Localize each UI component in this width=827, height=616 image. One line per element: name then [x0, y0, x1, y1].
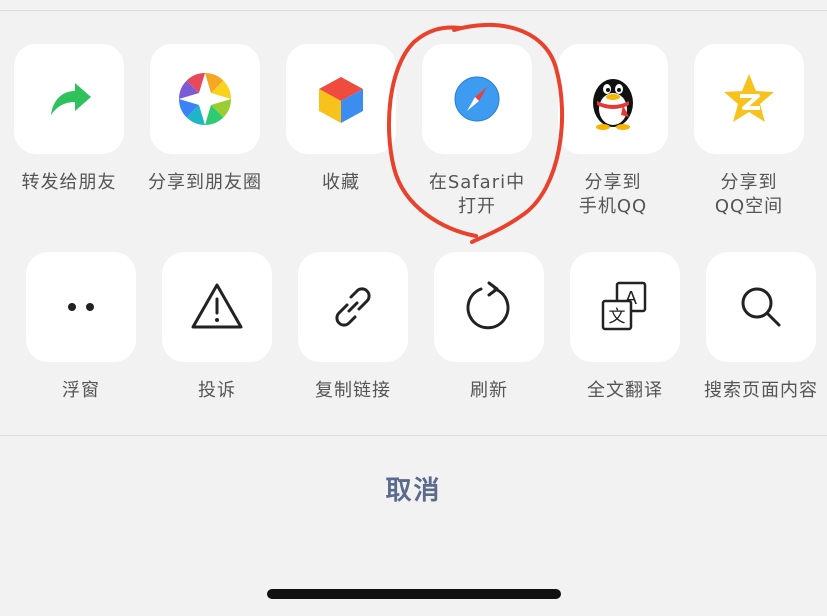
- share-to-moments-button[interactable]: [150, 44, 260, 154]
- search-icon: [741, 287, 781, 327]
- home-indicator: [267, 589, 561, 599]
- forward-arrow-icon: [51, 83, 91, 115]
- open-in-safari-button[interactable]: [422, 44, 532, 154]
- translate-icon: A 文: [601, 281, 647, 331]
- open-in-safari-label: 在Safari中 打开: [428, 172, 526, 217]
- copy-link-button[interactable]: [298, 252, 408, 362]
- cancel-button[interactable]: 取消: [0, 436, 827, 540]
- share-to-qzone-label: 分享到 QQ空间: [714, 172, 784, 217]
- favorites-cube-icon: [319, 77, 363, 123]
- top-divider: [0, 10, 827, 11]
- report-label: 投诉: [198, 380, 236, 401]
- share-to-qq-button[interactable]: [558, 44, 668, 154]
- link-icon: [335, 287, 371, 327]
- favorites-label: 收藏: [322, 172, 360, 193]
- refresh-label: 刷新: [470, 380, 508, 401]
- floating-window-dots-icon: [68, 303, 94, 311]
- copy-link-label: 复制链接: [315, 380, 391, 401]
- search-page-button[interactable]: [706, 252, 816, 362]
- safari-compass-icon: [454, 76, 500, 122]
- floating-window-button[interactable]: [26, 252, 136, 362]
- qzone-star-icon: [724, 74, 774, 122]
- refresh-button[interactable]: [434, 252, 544, 362]
- moments-aperture-icon: [178, 72, 232, 126]
- svg-text:文: 文: [609, 307, 626, 327]
- forward-to-friend-button[interactable]: [14, 44, 124, 154]
- share-to-qzone-button[interactable]: [694, 44, 804, 154]
- qq-penguin-icon: [593, 79, 633, 130]
- refresh-icon: [466, 281, 510, 330]
- forward-to-friend-label: 转发给朋友: [21, 172, 117, 193]
- full-text-translate-label: 全文翻译: [587, 380, 663, 401]
- search-page-label: 搜索页面内容: [704, 380, 818, 401]
- floating-window-label: 浮窗: [62, 380, 100, 401]
- share-to-qq-label: 分享到 手机QQ: [578, 172, 648, 217]
- favorites-button[interactable]: [286, 44, 396, 154]
- share-sheet: 转发给朋友 分享到朋友圈 收藏 在Safari中 打开 分享到 手机QQ 分享到…: [0, 0, 827, 616]
- warning-triangle-icon: [191, 283, 243, 329]
- share-to-moments-label: 分享到朋友圈: [148, 172, 262, 193]
- report-button[interactable]: [162, 252, 272, 362]
- full-text-translate-button[interactable]: A 文: [570, 252, 680, 362]
